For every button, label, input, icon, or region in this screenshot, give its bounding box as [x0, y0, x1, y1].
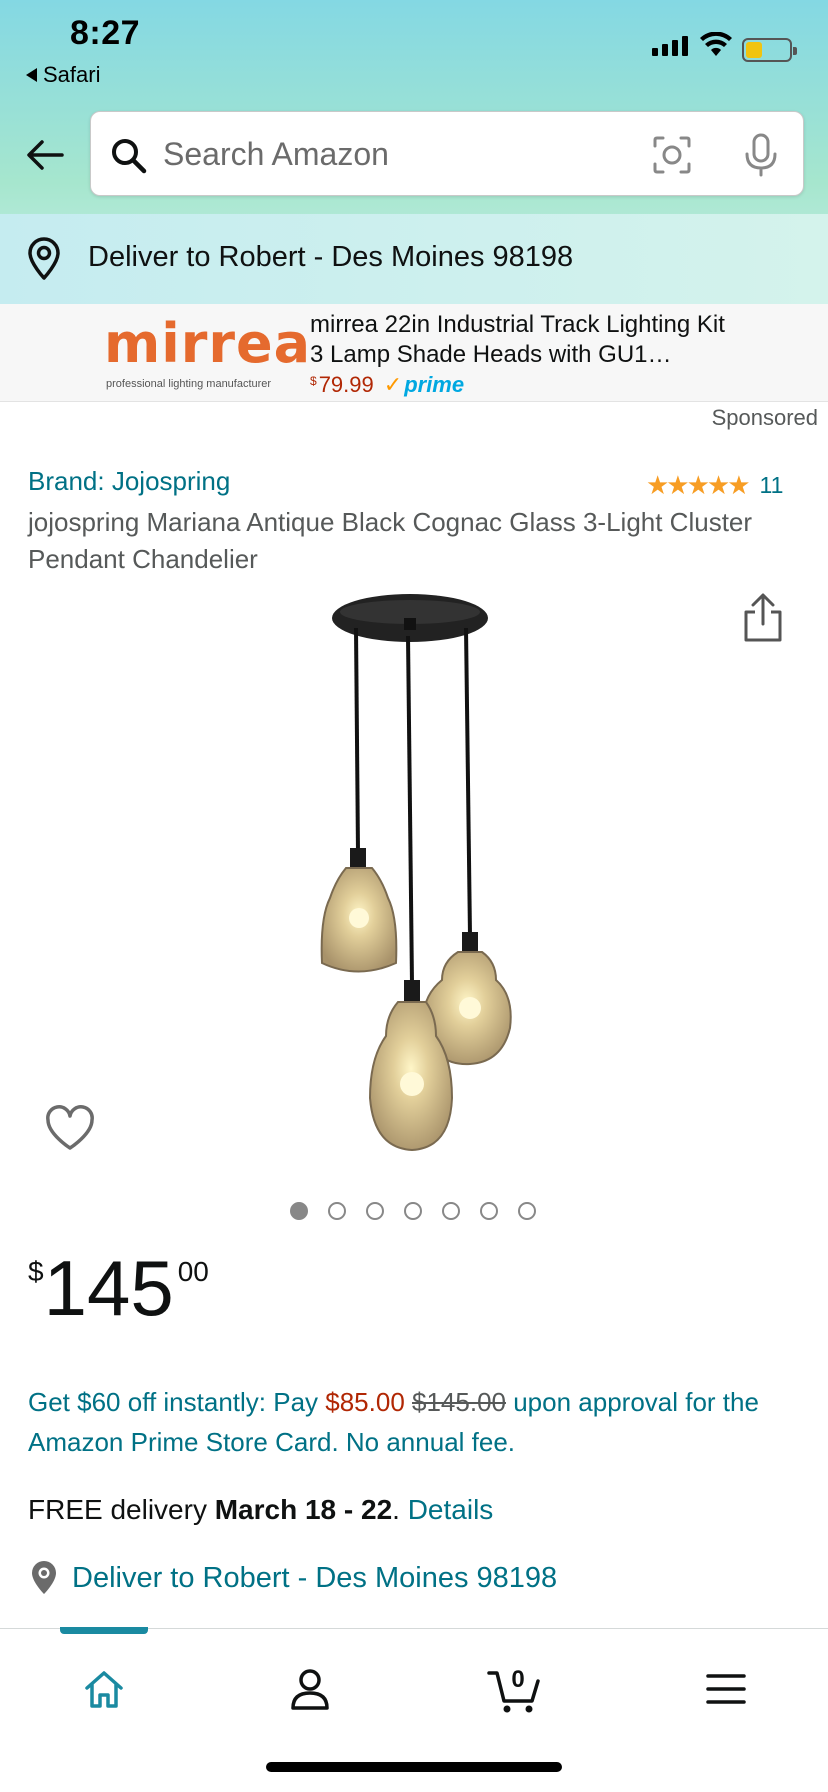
nav-account[interactable] — [280, 1663, 340, 1715]
ad-logo-tagline: professional lighting manufacturer — [106, 378, 272, 390]
nav-home[interactable] — [74, 1663, 134, 1715]
back-triangle-icon — [26, 68, 37, 82]
price-currency: $ — [28, 1256, 44, 1287]
deliver-to-link[interactable]: Deliver to Robert - Des Moines 98198 — [28, 1560, 557, 1596]
carousel-dot[interactable] — [518, 1202, 536, 1220]
sponsored-ad-banner[interactable]: mirrea professional lighting manufacture… — [0, 304, 828, 402]
ad-price-value: 79.99 — [318, 372, 374, 397]
delivery-info: FREE delivery March 18 - 22. Details — [28, 1494, 493, 1526]
star-rating-icon: ★★★★★ — [646, 470, 751, 500]
microphone-icon[interactable] — [741, 132, 781, 178]
home-icon — [85, 1671, 123, 1708]
ad-brand-logo: mirrea professional lighting manufacture… — [104, 312, 310, 392]
deliver-to-text: Deliver to Robert - Des Moines 98198 — [72, 1561, 558, 1594]
ad-product-title: mirrea 22in Industrial Track Lighting Ki… — [310, 311, 725, 368]
ad-price-currency: $ — [310, 374, 317, 388]
cart-icon: 0 — [487, 1666, 540, 1713]
rating-summary[interactable]: ★★★★★ 11 — [646, 470, 783, 501]
heart-icon[interactable] — [44, 1104, 96, 1152]
status-time: 8:27 — [70, 14, 141, 52]
delivery-details-link[interactable]: Details — [408, 1494, 494, 1525]
image-carousel-dots[interactable] — [290, 1202, 536, 1220]
offer-prefix: Get $60 off instantly: Pay — [28, 1387, 326, 1417]
prime-check-icon: ✓ — [383, 372, 403, 397]
menu-icon — [706, 1674, 746, 1704]
carousel-dot[interactable] — [442, 1202, 460, 1220]
camera-icon[interactable] — [651, 134, 693, 176]
location-pin-icon — [32, 1561, 56, 1594]
deliver-to-bar[interactable]: Deliver to Robert - Des Moines 98198 — [0, 214, 828, 304]
search-icon — [112, 139, 147, 174]
ad-price: $ 79.99 ✓ prime — [310, 372, 464, 398]
home-indicator-bar[interactable] — [266, 1762, 562, 1772]
carousel-dot[interactable] — [328, 1202, 346, 1220]
nav-menu[interactable] — [696, 1663, 756, 1715]
cart-count: 0 — [511, 1666, 524, 1693]
deliver-to-label: Deliver to Robert - Des Moines 98198 — [88, 241, 574, 273]
location-pin-icon — [28, 237, 60, 280]
rating-count: 11 — [759, 472, 784, 498]
product-title: jojospring Mariana Antique Black Cognac … — [28, 507, 753, 574]
store-card-offer[interactable]: Get $60 off instantly: Pay $85.00 $145.0… — [28, 1382, 798, 1462]
price-fraction: 00 — [177, 1256, 209, 1287]
share-icon[interactable] — [740, 592, 786, 644]
offer-original-price: $145.00 — [412, 1387, 506, 1417]
offer-discounted-price: $85.00 — [325, 1387, 405, 1417]
carousel-dot[interactable] — [404, 1202, 422, 1220]
battery-icon — [742, 38, 797, 62]
back-app-label: Safari — [43, 62, 101, 87]
product-price: $ 145 00 — [28, 1246, 209, 1330]
cellular-signal-icon — [652, 36, 688, 56]
brand-link[interactable]: Brand: Jojospring — [28, 466, 230, 497]
back-arrow-icon[interactable] — [24, 134, 66, 176]
sponsored-label[interactable]: Sponsored — [712, 405, 818, 431]
prime-badge: ✓ prime — [384, 372, 464, 398]
search-input[interactable] — [163, 128, 613, 180]
ad-logo-word: mirrea — [104, 312, 312, 375]
delivery-prefix: FREE delivery — [28, 1494, 215, 1525]
wifi-icon — [700, 32, 732, 56]
carousel-dot[interactable] — [366, 1202, 384, 1220]
active-tab-indicator — [60, 1627, 148, 1634]
delivery-separator: . — [392, 1494, 408, 1525]
account-icon — [291, 1669, 329, 1710]
back-to-safari-link[interactable]: Safari — [26, 62, 100, 88]
delivery-dates: March 18 - 22 — [214, 1494, 393, 1525]
price-whole: 145 — [43, 1244, 174, 1332]
carousel-dot[interactable] — [290, 1202, 308, 1220]
carousel-dot[interactable] — [480, 1202, 498, 1220]
nav-cart[interactable]: 0 — [486, 1663, 546, 1715]
search-bar[interactable] — [90, 111, 804, 196]
product-image-chandelier[interactable] — [290, 588, 540, 1158]
prime-label: prime — [404, 372, 465, 397]
offer-space — [405, 1387, 412, 1417]
